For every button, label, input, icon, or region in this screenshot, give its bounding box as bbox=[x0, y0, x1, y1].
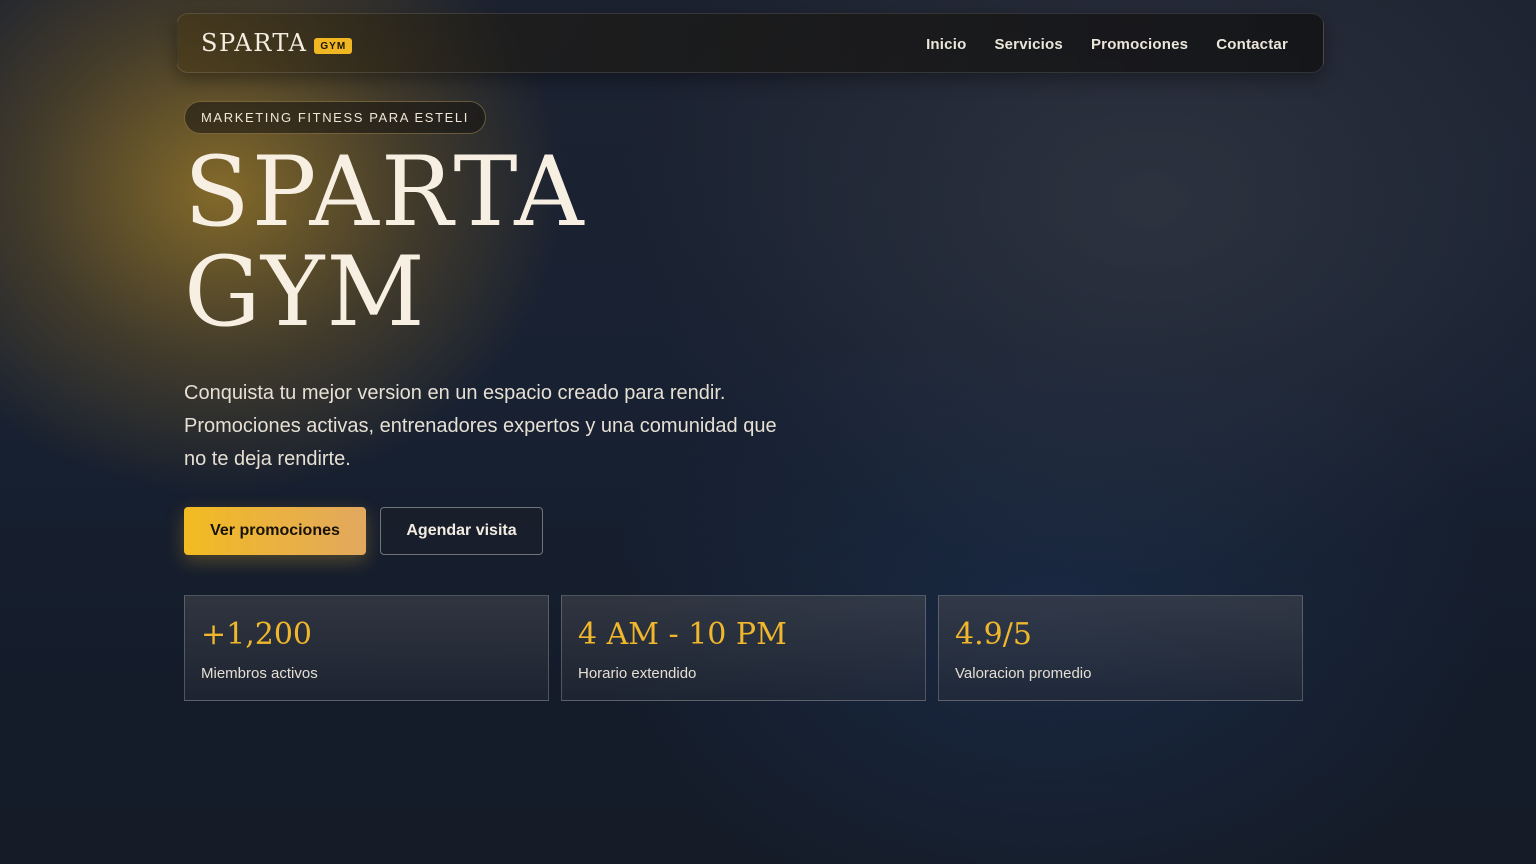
stat-card-members: +1,200 Miembros activos bbox=[184, 595, 549, 701]
nav-link-contactar[interactable]: Contactar bbox=[1216, 36, 1288, 53]
ver-promociones-button[interactable]: Ver promociones bbox=[184, 507, 366, 555]
stat-value: +1,200 bbox=[201, 617, 313, 652]
stat-value: 4 AM - 10 PM bbox=[578, 617, 787, 652]
stat-label: Valoracion promedio bbox=[955, 665, 1092, 682]
nav-link-inicio[interactable]: Inicio bbox=[926, 36, 966, 53]
hero-description: Conquista tu mejor version en un espacio… bbox=[184, 382, 777, 470]
stats-row: +1,200 Miembros activos 4 AM - 10 PM Hor… bbox=[184, 595, 1303, 701]
stat-label: Horario extendido bbox=[578, 665, 697, 682]
brand-logo[interactable]: SPARTA GYM bbox=[201, 28, 353, 58]
nav-link-promociones[interactable]: Promociones bbox=[1091, 36, 1188, 53]
stat-value: 4.9/5 bbox=[955, 617, 1032, 652]
hero-title-line-1: SPARTA bbox=[184, 136, 586, 248]
hero-eyebrow-badge: MARKETING FITNESS PARA ESTELI bbox=[184, 101, 486, 134]
hero-title: SPARTA GYM bbox=[184, 142, 586, 342]
brand-name: SPARTA bbox=[201, 29, 308, 57]
stat-card-hours: 4 AM - 10 PM Horario extendido bbox=[561, 595, 926, 701]
stat-label: Miembros activos bbox=[201, 665, 318, 682]
hero-title-line-2: GYM bbox=[184, 236, 427, 348]
top-navbar: SPARTA GYM Inicio Servicios Promociones … bbox=[176, 13, 1324, 73]
nav-link-servicios[interactable]: Servicios bbox=[994, 36, 1063, 53]
main-menu: Inicio Servicios Promociones Contactar bbox=[926, 14, 1288, 74]
brand-tag-badge: GYM bbox=[314, 38, 353, 54]
stat-card-rating: 4.9/5 Valoracion promedio bbox=[938, 595, 1303, 701]
agendar-visita-button[interactable]: Agendar visita bbox=[380, 507, 543, 555]
